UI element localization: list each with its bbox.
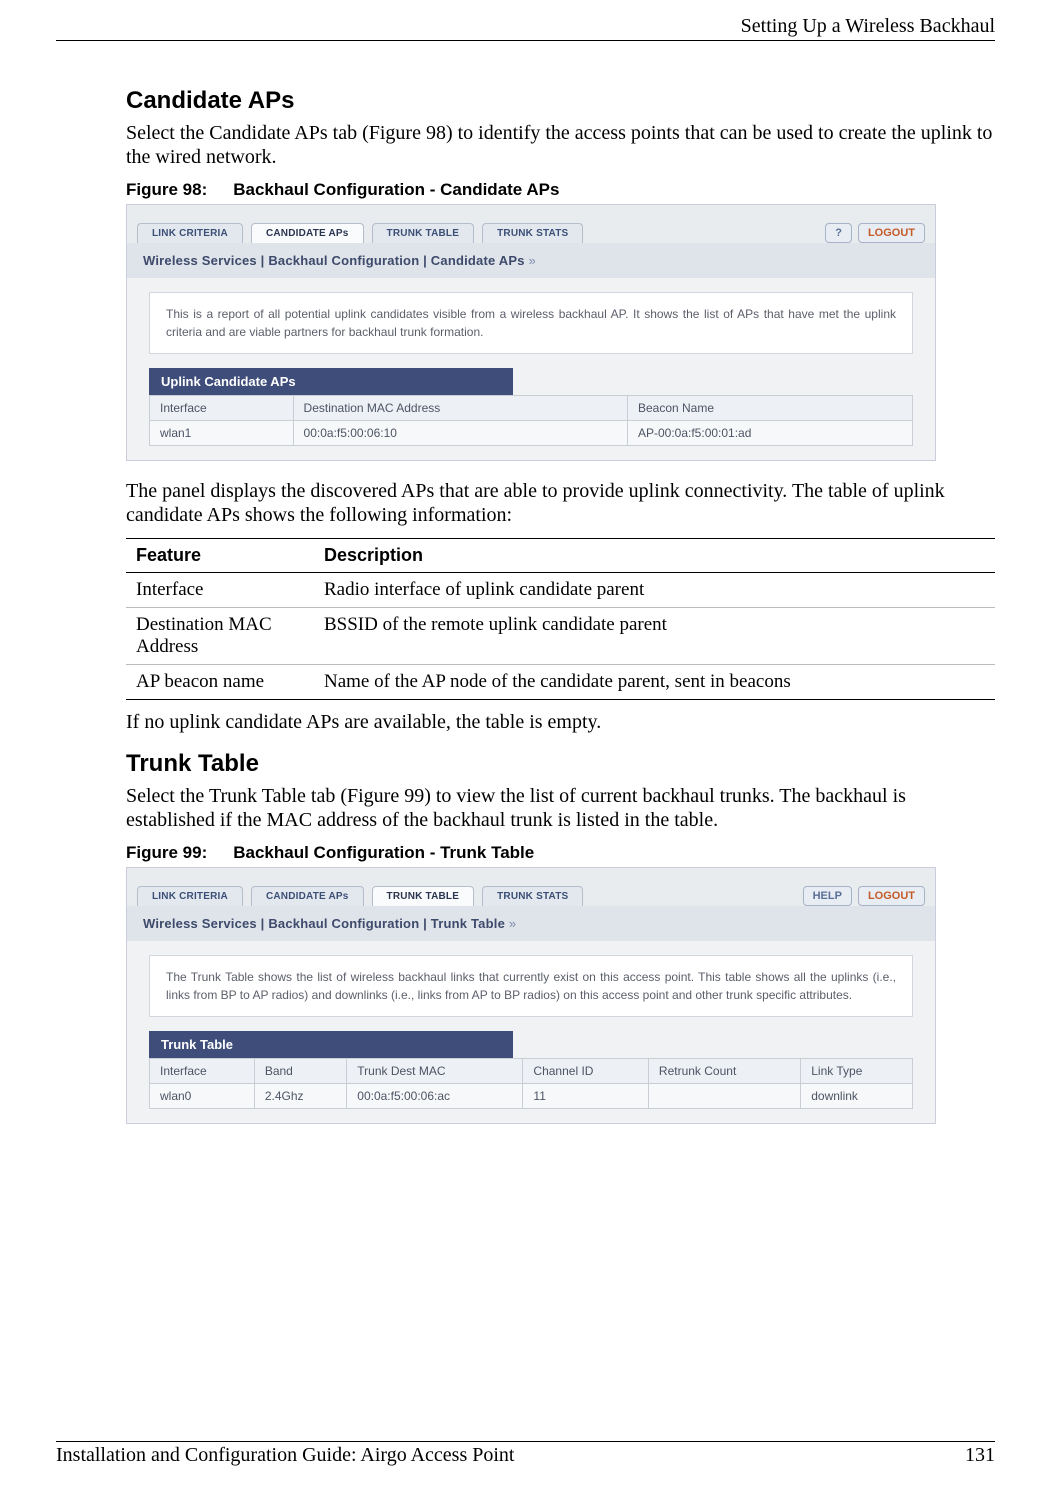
figure-99-title: Backhaul Configuration - Trunk Table (233, 843, 534, 862)
breadcrumb-text: Wireless Services | Backhaul Configurati… (143, 253, 525, 268)
logout-button[interactable]: LOGOUT (858, 886, 925, 906)
page-footer: Installation and Configuration Guide: Ai… (56, 1441, 995, 1467)
tab-trunk-table[interactable]: TRUNK TABLE (372, 886, 475, 906)
col-interface: Interface (150, 395, 294, 420)
footer-page-number: 131 (965, 1444, 995, 1467)
col-band: Band (254, 1058, 346, 1083)
col-retrunk-count: Retrunk Count (648, 1058, 800, 1083)
logout-button[interactable]: LOGOUT (858, 223, 925, 243)
tab-trunk-table[interactable]: TRUNK TABLE (372, 223, 475, 243)
figure-99-caption: Figure 99: Backhaul Configuration - Trunk… (126, 843, 995, 863)
tab-link-criteria[interactable]: LINK CRITERIA (137, 223, 243, 243)
help-button[interactable]: ? (825, 223, 852, 243)
section-label-uplink: Uplink Candidate APs (149, 368, 513, 395)
tab-link-criteria[interactable]: LINK CRITERIA (137, 886, 243, 906)
feat-header-feature: Feature (126, 538, 314, 572)
trunk-table-heading: Trunk Table (126, 750, 995, 778)
trunk-table-intro: Select the Trunk Table tab (Figure 99) t… (126, 784, 995, 833)
tab-candidate-aps[interactable]: CANDIDATE APs (251, 223, 364, 243)
table-row: AP beacon name Name of the AP node of th… (126, 664, 995, 699)
feat-header-description: Description (314, 538, 995, 572)
section-label-trunk: Trunk Table (149, 1031, 513, 1058)
tab-candidate-aps[interactable]: CANDIDATE APs (251, 886, 364, 906)
trunk-table-table: Interface Band Trunk Dest MAC Channel ID… (149, 1058, 913, 1109)
tab-trunk-stats[interactable]: TRUNK STATS (482, 886, 583, 906)
figure-98-caption: Figure 98: Backhaul Configuration - Candi… (126, 180, 995, 200)
page-header: Setting Up a Wireless Backhaul (56, 15, 995, 41)
col-dest-mac: Destination MAC Address (293, 395, 627, 420)
tab-trunk-stats[interactable]: TRUNK STATS (482, 223, 583, 243)
screenshot-candidate-aps: LINK CRITERIA CANDIDATE APs TRUNK TABLE … (126, 204, 936, 461)
breadcrumb-text: Wireless Services | Backhaul Configurati… (143, 916, 505, 931)
figure-98-title: Backhaul Configuration - Candidate APs (233, 180, 559, 199)
col-channel-id: Channel ID (523, 1058, 649, 1083)
panel-description: This is a report of all potential uplink… (149, 292, 913, 354)
closing-text: If no uplink candidate APs are available… (126, 710, 995, 734)
panel-description: The Trunk Table shows the list of wirele… (149, 955, 913, 1017)
table-row: wlan1 00:0a:f5:00:06:10 AP-00:0a:f5:00:0… (150, 420, 913, 445)
breadcrumb: Wireless Services | Backhaul Configurati… (127, 243, 935, 278)
figure-98-label: Figure 98: (126, 180, 207, 199)
table-row: Destination MAC Address BSSID of the rem… (126, 607, 995, 664)
col-interface: Interface (150, 1058, 255, 1083)
uplink-candidate-table: Interface Destination MAC Address Beacon… (149, 395, 913, 446)
col-beacon-name: Beacon Name (627, 395, 912, 420)
table-row: Interface Radio interface of uplink cand… (126, 572, 995, 607)
footer-left: Installation and Configuration Guide: Ai… (56, 1444, 514, 1467)
breadcrumb: Wireless Services | Backhaul Configurati… (127, 906, 935, 941)
tab-bar: LINK CRITERIA CANDIDATE APs TRUNK TABLE … (127, 205, 935, 243)
col-trunk-dest-mac: Trunk Dest MAC (347, 1058, 523, 1083)
figure-99-label: Figure 99: (126, 843, 207, 862)
candidate-aps-intro: Select the Candidate APs tab (Figure 98)… (126, 121, 995, 170)
table-row: wlan0 2.4Ghz 00:0a:f5:00:06:ac 11 downli… (150, 1083, 913, 1108)
help-button[interactable]: HELP (803, 886, 852, 906)
after-figure-text: The panel displays the discovered APs th… (126, 479, 995, 528)
feature-description-table: Feature Description Interface Radio inte… (126, 538, 995, 700)
header-title: Setting Up a Wireless Backhaul (741, 15, 995, 37)
candidate-aps-heading: Candidate APs (126, 87, 995, 115)
screenshot-trunk-table: LINK CRITERIA CANDIDATE APs TRUNK TABLE … (126, 867, 936, 1124)
tab-bar: LINK CRITERIA CANDIDATE APs TRUNK TABLE … (127, 868, 935, 906)
col-link-type: Link Type (801, 1058, 913, 1083)
